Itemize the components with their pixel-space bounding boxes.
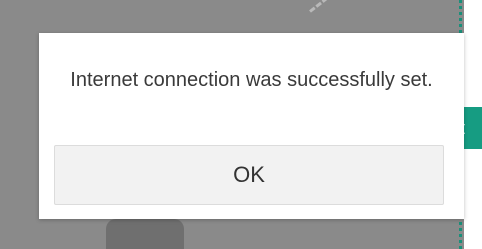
- monitor-stand-illustration: [106, 219, 184, 249]
- alert-dialog: Internet connection was successfully set…: [39, 33, 464, 219]
- dialog-message: Internet connection was successfully set…: [70, 69, 433, 91]
- ok-button[interactable]: OK: [54, 145, 444, 205]
